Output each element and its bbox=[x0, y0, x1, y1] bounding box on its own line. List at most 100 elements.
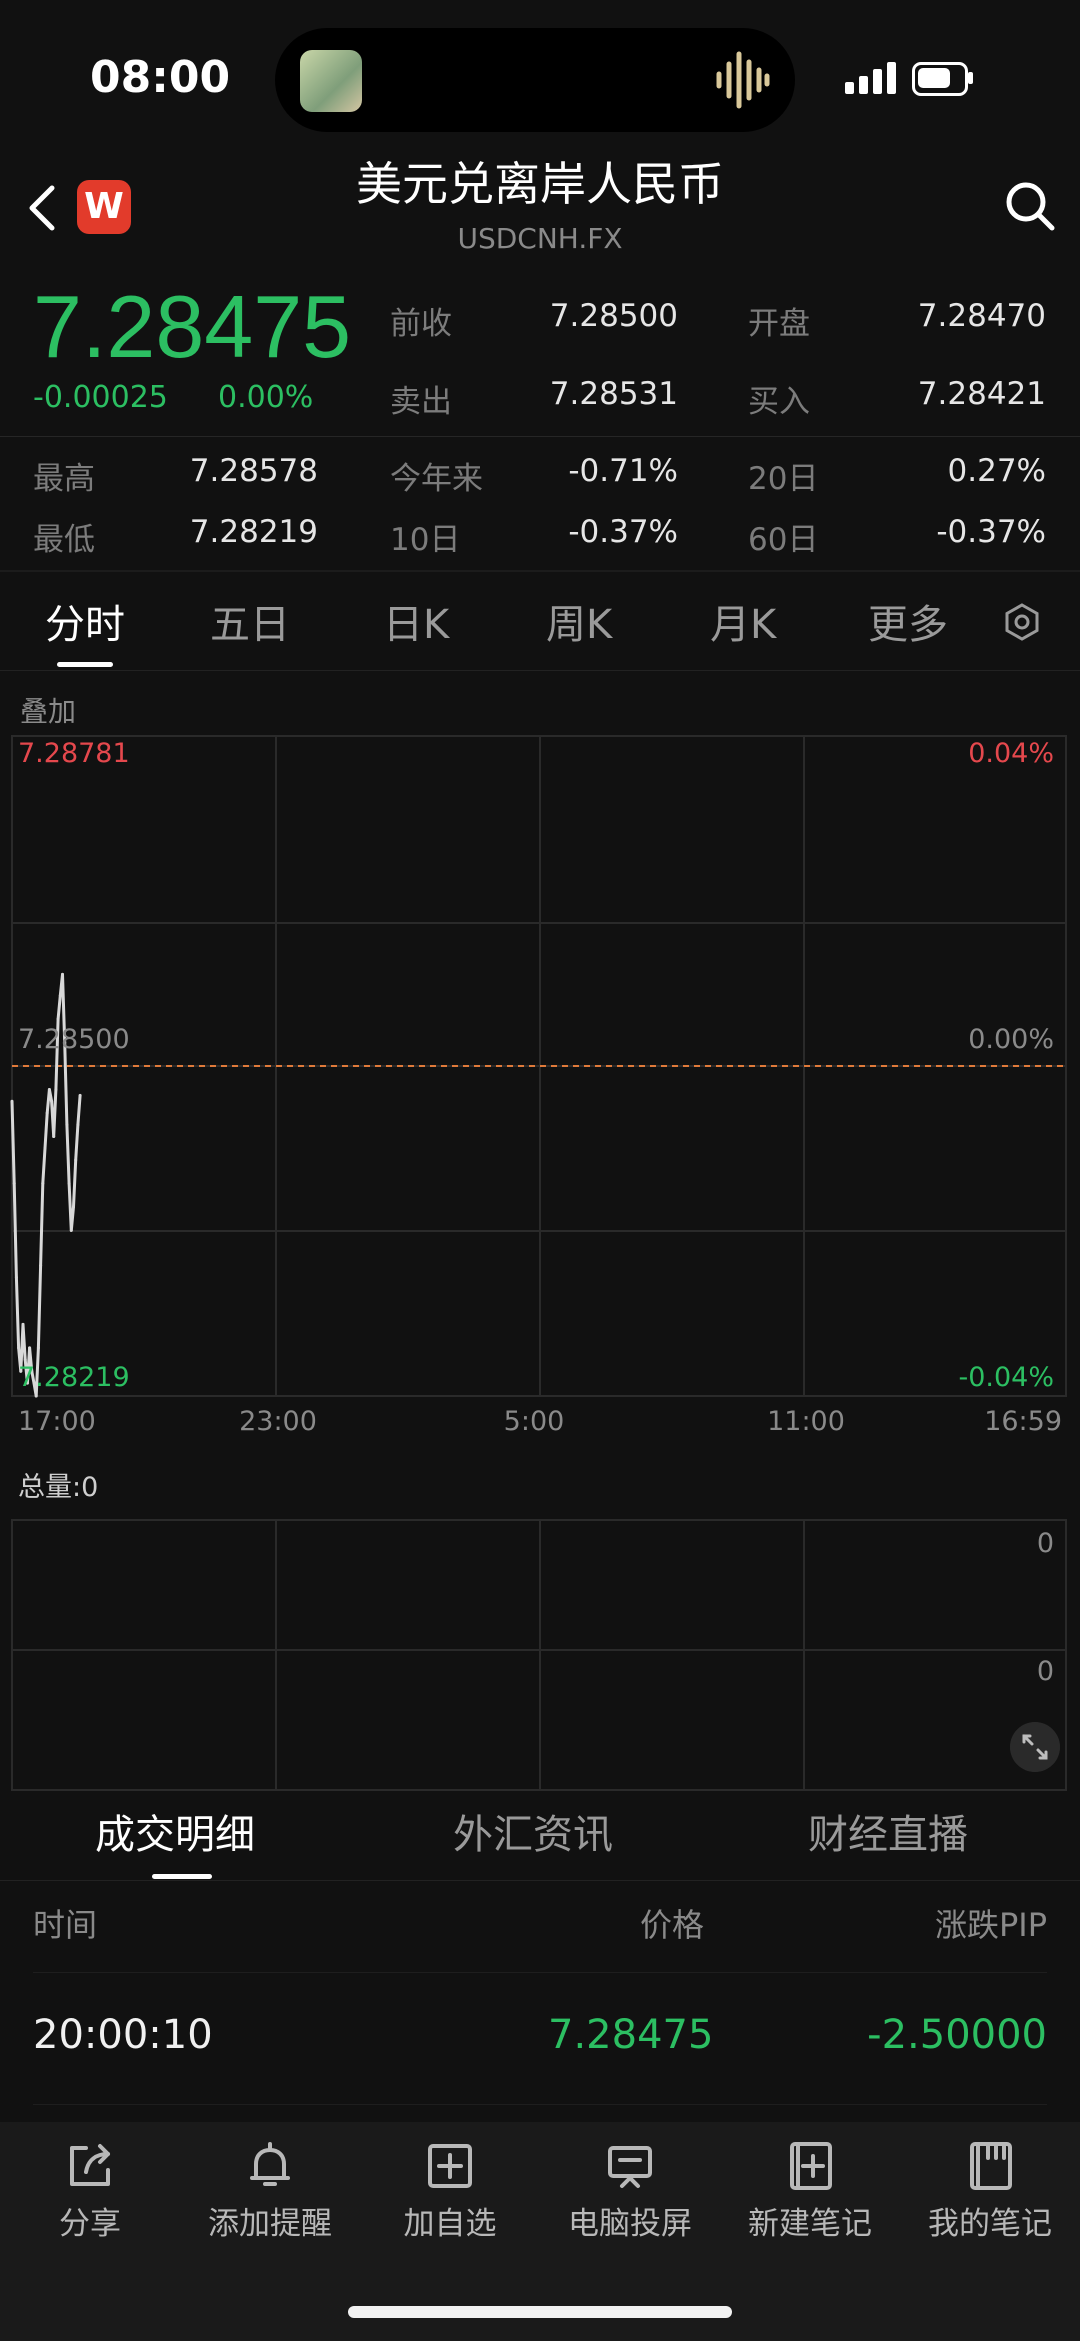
price-point bbox=[52, 1135, 56, 1138]
new-note-button[interactable]: 新建笔记 bbox=[720, 2140, 900, 2243]
battery-nub bbox=[968, 72, 973, 84]
divider bbox=[33, 2104, 1047, 2105]
now-playing-artwork[interactable] bbox=[300, 50, 362, 112]
screen-cast-button[interactable]: 电脑投屏 bbox=[540, 2140, 720, 2243]
tab-active-indicator bbox=[152, 1874, 212, 1879]
volume-axis-mid-label: 0 bbox=[1037, 1656, 1054, 1687]
price-point bbox=[61, 972, 64, 976]
share-button[interactable]: 分享 bbox=[0, 2140, 180, 2243]
toolbar-label: 电脑投屏 bbox=[568, 2206, 692, 2242]
my-notes-button[interactable]: 我的笔记 bbox=[900, 2140, 1080, 2243]
tab-weekly-k[interactable]: 周K bbox=[546, 592, 612, 650]
y-axis-top-label: 7.28781 bbox=[18, 738, 130, 769]
stat-value-10d: -0.37% bbox=[568, 514, 678, 550]
stat-value-ytd: -0.71% bbox=[568, 453, 678, 489]
column-header-price: 价格 bbox=[640, 1906, 705, 1944]
stat-label-10d: 10日 bbox=[390, 522, 461, 558]
search-icon[interactable] bbox=[1002, 178, 1058, 234]
price-point bbox=[28, 1346, 32, 1350]
stat-value-20d: 0.27% bbox=[947, 453, 1046, 489]
price-point bbox=[54, 1088, 58, 1091]
volume-axis-top-label: 0 bbox=[1037, 1528, 1054, 1559]
toolbar-label: 我的笔记 bbox=[928, 2206, 1052, 2242]
toolbar-label: 新建笔记 bbox=[748, 2206, 872, 2242]
price-point bbox=[41, 1181, 45, 1185]
toolbar-label: 添加提醒 bbox=[208, 2206, 332, 2242]
stat-value-bid: 7.28421 bbox=[917, 376, 1046, 412]
fullscreen-expand-icon[interactable] bbox=[1010, 1722, 1060, 1772]
tab-five-day[interactable]: 五日 bbox=[210, 592, 290, 650]
column-header-pip: 涨跌PIP bbox=[934, 1906, 1047, 1944]
price-point bbox=[17, 1346, 21, 1350]
pct-axis-top-label: 0.04% bbox=[968, 738, 1054, 769]
y-axis-mid-label: 7.28500 bbox=[18, 1024, 130, 1055]
stat-label-high: 最高 bbox=[33, 461, 95, 497]
price-change-percent: 0.00% bbox=[218, 380, 314, 415]
trade-row-pip: -2.50000 bbox=[867, 2012, 1047, 2058]
intraday-chart: 7.28781 7.28500 7.28219 0.04% 0.00% -0.0… bbox=[10, 735, 1067, 1791]
price-point bbox=[78, 1093, 82, 1097]
price-point bbox=[14, 1275, 18, 1279]
status-time: 08:00 bbox=[90, 52, 231, 103]
x-axis-label: 16:59 bbox=[984, 1406, 1062, 1437]
toolbar-label: 加自选 bbox=[403, 2206, 497, 2242]
price-point bbox=[65, 1123, 69, 1127]
price-point bbox=[43, 1146, 47, 1150]
price-point bbox=[50, 1099, 54, 1103]
price-point bbox=[12, 1181, 16, 1185]
stat-label-ask: 卖出 bbox=[390, 384, 452, 420]
price-point bbox=[36, 1346, 40, 1350]
x-axis-label: 23:00 bbox=[239, 1406, 317, 1437]
divider bbox=[0, 570, 1080, 572]
price-point bbox=[39, 1264, 43, 1268]
stat-value-open: 7.28470 bbox=[917, 298, 1046, 334]
tab-active-indicator bbox=[57, 662, 113, 667]
tab-forex-news[interactable]: 外汇资讯 bbox=[453, 1802, 613, 1860]
battery-level bbox=[918, 68, 950, 88]
cellular-signal-icon bbox=[845, 62, 896, 94]
x-axis-label: 11:00 bbox=[767, 1406, 845, 1437]
tab-trade-details[interactable]: 成交明细 bbox=[95, 1802, 255, 1860]
tab-intraday[interactable]: 分时 bbox=[45, 592, 125, 650]
pct-axis-mid-label: 0.00% bbox=[968, 1024, 1054, 1055]
x-axis-label: 17:00 bbox=[18, 1406, 96, 1437]
trade-row-time: 20:00:10 bbox=[33, 2012, 213, 2058]
pct-axis-bottom-label: -0.04% bbox=[958, 1362, 1054, 1393]
price-point bbox=[76, 1123, 80, 1127]
stat-value-high: 7.28578 bbox=[189, 453, 318, 489]
price-point bbox=[34, 1394, 38, 1398]
price-point bbox=[74, 1158, 78, 1162]
add-watchlist-button[interactable]: 加自选 bbox=[360, 2140, 540, 2243]
chart-grid bbox=[11, 735, 1067, 1791]
my-notes-icon bbox=[970, 2142, 1012, 2190]
trade-row-price: 7.28475 bbox=[548, 2012, 714, 2058]
price-point bbox=[45, 1111, 49, 1115]
stat-value-prev-close: 7.28500 bbox=[549, 298, 678, 334]
stat-label-low: 最低 bbox=[33, 522, 95, 558]
tab-more[interactable]: 更多 bbox=[868, 592, 948, 650]
divider bbox=[0, 1880, 1080, 1881]
price-point bbox=[72, 1205, 75, 1209]
share-icon bbox=[70, 2144, 110, 2186]
chart-settings-icon[interactable] bbox=[1002, 602, 1042, 642]
price-change: -0.00025 bbox=[33, 380, 168, 415]
price-point bbox=[69, 1228, 73, 1232]
divider bbox=[33, 1972, 1047, 1973]
audio-wave-icon bbox=[716, 51, 770, 109]
y-axis-bottom-label: 7.28219 bbox=[18, 1362, 130, 1393]
tab-finance-live[interactable]: 财经直播 bbox=[808, 1802, 968, 1860]
add-alert-button[interactable]: 添加提醒 bbox=[180, 2140, 360, 2243]
divider bbox=[0, 436, 1080, 437]
add-watchlist-icon bbox=[428, 2144, 472, 2188]
bell-icon bbox=[250, 2142, 290, 2186]
tab-monthly-k[interactable]: 月K bbox=[710, 592, 776, 650]
tab-daily-k[interactable]: 日K bbox=[383, 592, 449, 650]
price-point bbox=[47, 1088, 51, 1091]
home-indicator[interactable] bbox=[348, 2306, 732, 2318]
price-point bbox=[23, 1358, 27, 1362]
price-point bbox=[58, 994, 62, 997]
symbol-code: USDCNH.FX bbox=[457, 222, 623, 255]
screen-cast-icon bbox=[608, 2146, 652, 2188]
price-point bbox=[67, 1181, 71, 1185]
stat-label-prev-close: 前收 bbox=[390, 306, 452, 342]
